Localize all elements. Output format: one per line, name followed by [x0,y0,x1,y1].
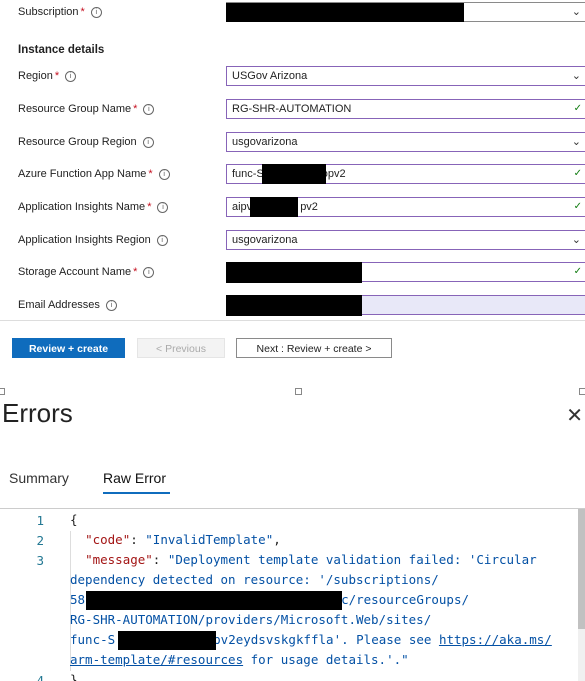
code-line-3f: arm-template/#resources for usage detail… [70,652,409,667]
info-icon[interactable]: i [142,137,154,148]
storage-account-name-row: Storage Account Name * i ✓ [0,260,585,286]
next-review-create-button[interactable]: Next : Review + create > [236,338,392,358]
raw-error-code-view[interactable]: 1 2 3 4 { "code": "InvalidTemplate", "me… [0,508,585,681]
resize-handle[interactable] [295,388,302,395]
active-tab-indicator [103,492,170,494]
previous-button[interactable]: < Previous [137,338,225,358]
line-number: 3 [36,553,44,568]
code-line-3a: "message": "Deployment template validati… [85,552,537,567]
checkmark-icon: ✓ [573,103,582,114]
info-icon[interactable]: i [157,202,169,213]
info-icon[interactable]: i [143,267,155,278]
info-icon[interactable]: i [65,71,77,82]
resource-group-name-label: Resource Group Name * i [18,103,155,115]
region-label: Region * i [18,70,77,82]
info-icon[interactable]: i [156,235,168,246]
code-line-3b: dependency detected on resource: '/subsc… [70,572,439,587]
storage-account-name-label: Storage Account Name * i [18,266,155,278]
resource-group-region-label: Resource Group Region i [18,136,154,148]
chevron-down-icon: ⌄ [571,6,581,18]
line-number: 1 [36,513,44,528]
info-icon[interactable]: i [143,104,155,115]
section-title: Instance details [18,44,105,56]
review-create-button[interactable]: Review + create [12,338,125,358]
redacted-block [262,164,326,184]
redacted-block [250,197,298,217]
email-addresses-row: Email Addresses i [0,293,585,319]
function-app-name-label: Azure Function App Name * i [18,168,170,180]
redacted-block [226,295,362,316]
chevron-down-icon: ⌄ [571,136,581,148]
app-insights-name-label: Application Insights Name * i [18,201,169,213]
app-insights-region-label: Application Insights Region i [18,234,168,246]
code-line-4: } [70,672,78,681]
aka-ms-link[interactable]: https://aka.ms/ [439,632,552,647]
info-icon[interactable]: i [158,169,170,180]
tab-raw-error[interactable]: Raw Error [103,470,166,486]
resource-group-name-row: Resource Group Name * i RG-SHR-AUTOMATION ✓ [0,97,585,123]
resource-group-region-row: Resource Group Region i usgovarizona ⌄ [0,130,585,156]
region-row: Region * i USGov Arizona ⌄ [0,64,585,90]
redacted-block [226,3,464,22]
scrollbar[interactable] [578,509,585,681]
checkmark-icon: ✓ [573,168,582,179]
line-number: 2 [36,533,44,548]
dialog-title: Errors [2,398,73,428]
code-line-1: { [70,512,78,527]
divider [0,320,585,321]
checkmark-icon: ✓ [573,201,582,212]
email-addresses-label: Email Addresses i [18,299,117,311]
arm-template-link[interactable]: arm-template/#resources [70,652,243,667]
resource-group-name-input[interactable]: RG-SHR-AUTOMATION ✓ [226,99,585,119]
create-function-app-form: Subscription * i ⌄ Instance details Region… [0,0,585,390]
checkmark-icon: ✓ [573,266,582,277]
function-app-name-row: Azure Function App Name * i func-S opv2 ✓ [0,162,585,188]
subscription-row: Subscription * i ⌄ [0,0,585,26]
redacted-block [226,262,362,283]
info-icon[interactable]: i [90,7,102,18]
chevron-down-icon: ⌄ [571,234,581,246]
resource-group-region-select[interactable]: usgovarizona ⌄ [226,132,585,152]
line-number-gutter: 1 2 3 4 [0,509,64,681]
info-icon[interactable]: i [105,300,117,311]
scrollbar-thumb[interactable] [578,509,585,629]
region-select[interactable]: USGov Arizona ⌄ [226,66,585,86]
tab-summary[interactable]: Summary [9,470,69,486]
close-icon[interactable]: ✕ [566,403,583,428]
code-line-3d: RG-SHR-AUTOMATION/providers/Microsoft.We… [70,612,432,627]
app-insights-region-select[interactable]: usgovarizona ⌄ [226,230,585,250]
redacted-block [86,591,342,610]
redacted-block [118,631,216,650]
code-line-2: "code": "InvalidTemplate", [85,532,281,547]
chevron-down-icon: ⌄ [571,70,581,82]
app-insights-region-row: Application Insights Region i usgovarizon… [0,228,585,254]
subscription-label: Subscription * i [18,6,102,18]
resize-handle[interactable] [0,388,5,395]
app-insights-name-row: Application Insights Name * i aipv pv2 ✓ [0,195,585,221]
resize-handle[interactable] [579,388,585,395]
